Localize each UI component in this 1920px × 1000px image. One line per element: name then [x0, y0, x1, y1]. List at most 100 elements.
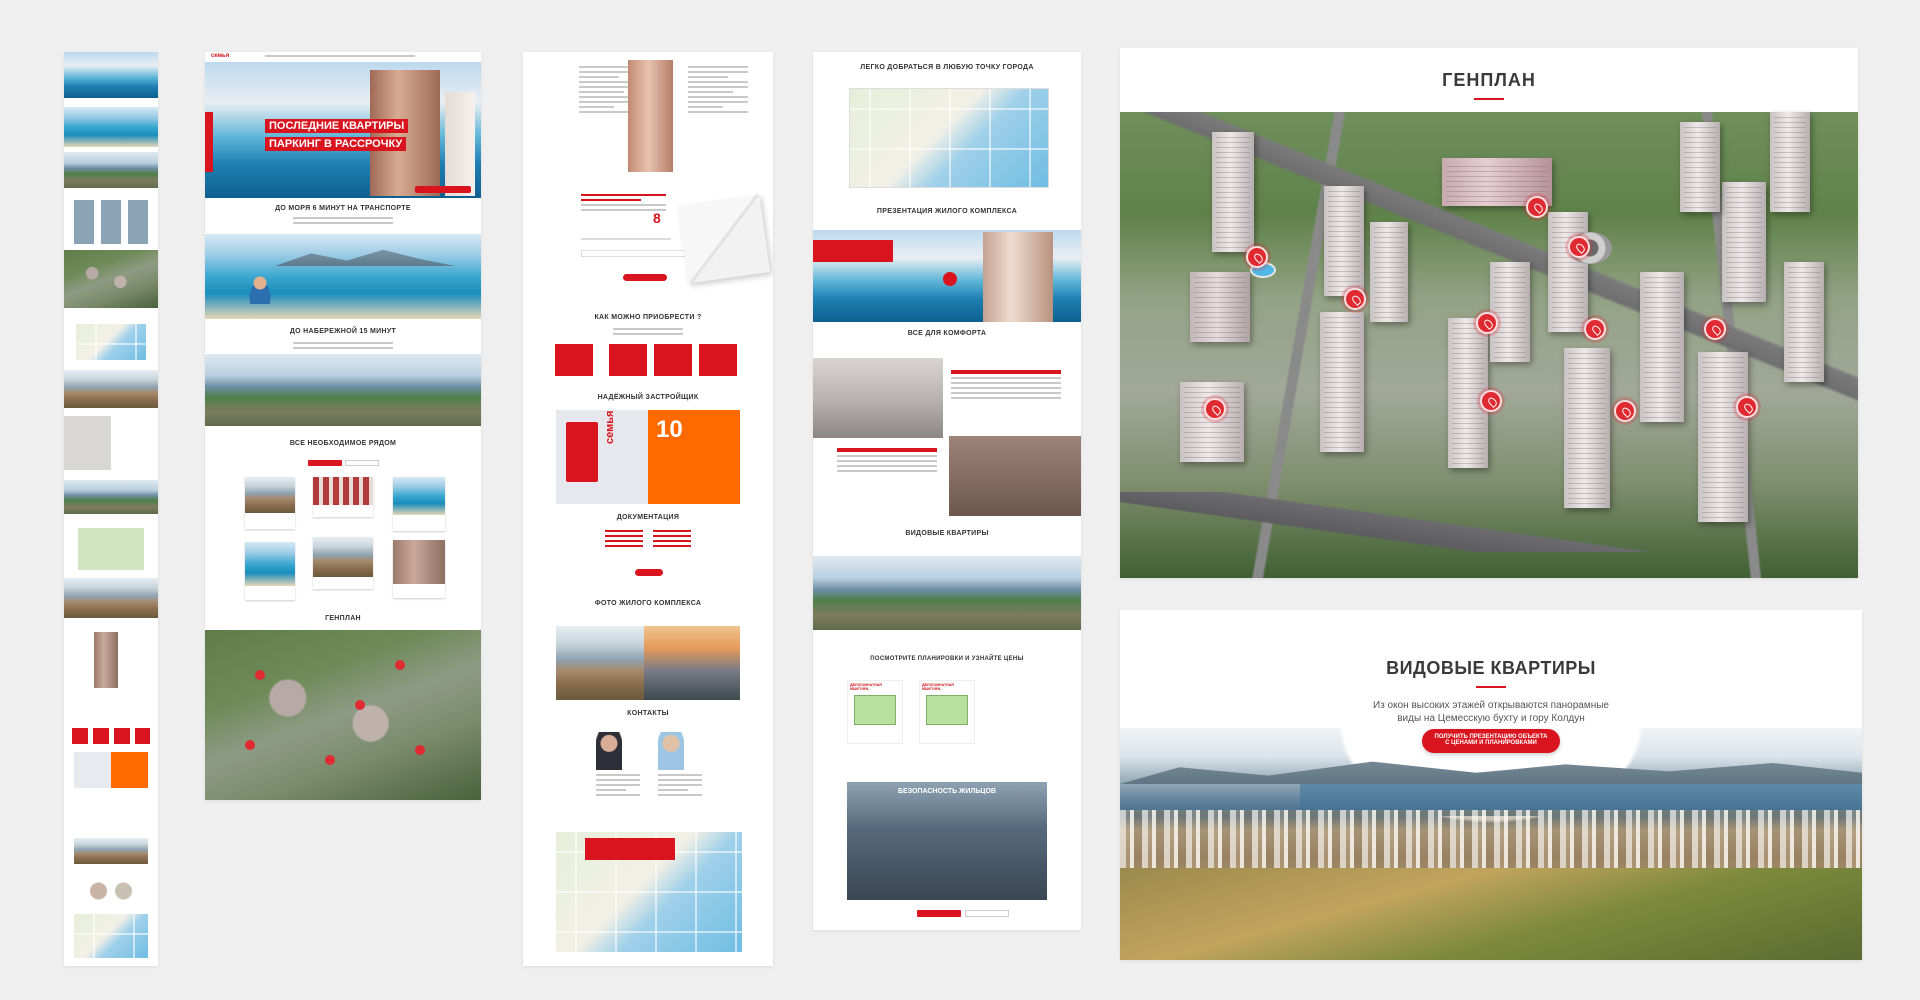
page2-buy-option-4[interactable] — [699, 344, 737, 376]
page1-nav — [265, 55, 415, 60]
page2-contact-1-text — [596, 774, 640, 799]
page1-hero-title: ПОСЛЕДНИЕ КВАРТИРЫ ПАРКИНГ В РАССРОЧКУ — [265, 116, 415, 152]
thumb-comfort — [64, 416, 158, 470]
view-text-line1: Из окон высоких этажей открываются панор… — [1373, 700, 1609, 711]
page2-form-submit[interactable] — [623, 274, 667, 281]
page2-footer-address — [585, 838, 675, 860]
thumb-coast — [64, 152, 158, 188]
genplan-pin-9[interactable] — [1614, 400, 1636, 422]
page2-form-slider[interactable] — [581, 238, 671, 240]
genplan-pin-3[interactable] — [1568, 236, 1590, 258]
thumb-genplan — [64, 250, 158, 308]
page3-comfort-list-2 — [837, 448, 937, 475]
page1-nearby-card-6[interactable] — [393, 540, 445, 598]
view-title-underline — [1476, 686, 1506, 688]
page3-comfort-photo — [949, 436, 1081, 516]
page3-view-photo — [813, 556, 1081, 630]
page3-presentation-label — [813, 240, 893, 262]
page3-footer-button-1[interactable] — [917, 910, 961, 917]
page2-photo-1[interactable] — [556, 626, 644, 700]
page3-security-title: БЕЗОПАСНОСТЬ ЖИЛЬЦОВ — [898, 788, 996, 795]
genplan-pin-5[interactable] — [1476, 312, 1498, 334]
page2-building — [628, 60, 673, 172]
page1-nearby-tab-1[interactable] — [308, 460, 342, 466]
page1-logo[interactable]: семья — [211, 53, 229, 59]
page3-view-title: ВИДОВЫЕ КВАРТИРЫ — [905, 530, 989, 537]
page1-embankment-text — [293, 342, 393, 352]
view-city — [1120, 810, 1862, 870]
page3-play-icon[interactable] — [943, 272, 957, 286]
page2-developer-logo-box: семья — [556, 410, 648, 504]
page2-docs-title: ДОКУМЕНТАЦИЯ — [616, 514, 680, 521]
genplan-pin-4[interactable] — [1344, 288, 1366, 310]
thumb-view — [64, 480, 158, 514]
page3-plan-2-label: ДВУХКОМНАТНАЯ КВАРТИРА — [922, 683, 954, 691]
thumb-beach — [64, 107, 158, 147]
genplan-aerial-map — [1120, 112, 1858, 578]
page2-buy-option-3[interactable] — [654, 344, 692, 376]
page1-sea-text — [293, 217, 393, 227]
genplan-road — [1120, 492, 1858, 552]
page3-footer-button-2[interactable] — [965, 910, 1009, 917]
page1-nearby-card-1[interactable] — [245, 477, 295, 529]
page2-photo-2[interactable] — [644, 626, 740, 700]
page2-docs-list-1[interactable] — [605, 530, 643, 550]
page2-buy-option-2[interactable] — [609, 344, 647, 376]
page1-nearby-tab-2[interactable] — [345, 460, 379, 466]
page1-sea-title: ДО МОРЯ 6 МИНУТ НА ТРАНСПОРТЕ — [275, 205, 411, 212]
page2-developer-years: 10 — [656, 416, 683, 443]
page2-docs-list-2[interactable] — [653, 530, 691, 550]
view-photo — [1120, 728, 1862, 960]
page1-nearby-card-2[interactable] — [313, 477, 373, 517]
page2-developer-title: НАДЁЖНЫЙ ЗАСТРОЙЩИК — [597, 394, 699, 401]
page1-sea-mountains — [275, 249, 455, 266]
page1-nearby-card-4[interactable] — [245, 542, 295, 600]
page3-comfort-list-1 — [951, 370, 1061, 402]
page2-developer-stats: 10 — [648, 410, 740, 504]
page2-buy-text — [613, 328, 683, 338]
page2-form-inputs[interactable] — [581, 250, 691, 257]
page1-nearby-card-5[interactable] — [313, 537, 373, 589]
page3-plans-title: ПОСМОТРИТЕ ПЛАНИРОВКИ И УЗНАЙТЕ ЦЕНЫ — [870, 656, 1024, 662]
thumbnail-panel — [64, 52, 158, 966]
page1-nearby-card-3[interactable] — [393, 477, 445, 531]
page1-genplan-photo — [205, 630, 481, 800]
genplan-pin-11[interactable] — [1204, 398, 1226, 420]
page2-buy-option-1[interactable] — [555, 344, 593, 376]
page3-plan-1[interactable]: ДВУХКОМНАТНАЯ КВАРТИРА — [847, 680, 903, 744]
thumb-form — [94, 632, 118, 688]
view-fields — [1120, 868, 1862, 960]
page2-docs-button[interactable] — [635, 569, 663, 576]
thumb-buy — [72, 728, 150, 744]
genplan-title: ГЕНПЛАН — [1442, 70, 1536, 90]
page2-contact-2-text — [658, 774, 702, 799]
thumb-contacts — [86, 880, 136, 902]
view-apartments-panel: ВИДОВЫЕ КВАРТИРЫ Из окон высоких этажей … — [1120, 610, 1862, 960]
view-cta-line2: С ЦЕНАМИ И ПЛАНИРОВКАМИ — [1445, 740, 1537, 746]
genplan-pin-8[interactable] — [1480, 390, 1502, 412]
genplan-title-underline — [1474, 98, 1504, 100]
page-2-panel: 8 КАК МОЖНО ПРИОБРЕСТИ ? НАДЁЖНЫЙ ЗАСТРО… — [523, 52, 773, 966]
page3-route-map[interactable] — [849, 88, 1049, 188]
page1-embankment-photo — [205, 354, 481, 426]
view-mountains — [1120, 761, 1862, 784]
genplan-pin-7[interactable] — [1704, 318, 1726, 340]
page3-plan-2[interactable]: ДВУХКОМНАТНАЯ КВАРТИРА — [919, 680, 975, 744]
page1-genplan-title: ГЕНПЛАН — [325, 615, 361, 622]
page-1-panel: семья ПОСЛЕДНИЕ КВАРТИРЫ ПАРКИНГ В РАССР… — [205, 52, 481, 800]
view-text-line2: виды на Цемесскую бухту и гору Колдун — [1397, 713, 1585, 724]
page3-presentation-title: ПРЕЗЕНТАЦИЯ ЖИЛОГО КОМПЛЕКСА — [876, 208, 1018, 215]
page2-developer-logo: семья — [604, 410, 616, 444]
genplan-pin-1[interactable] — [1526, 196, 1548, 218]
genplan-pin-2[interactable] — [1246, 246, 1268, 268]
page2-contact-2-photo — [658, 732, 684, 770]
genplan-pin-10[interactable] — [1736, 396, 1758, 418]
genplan-pin-6[interactable] — [1584, 318, 1606, 340]
view-cta-button[interactable]: ПОЛУЧИТЬ ПРЕЗЕНТАЦИЮ ОБЪЕКТА С ЦЕНАМИ И … — [1422, 729, 1560, 753]
page1-hero-button[interactable] — [415, 186, 471, 193]
thumb-photos — [74, 838, 148, 864]
page2-contacts-title: КОНТАКТЫ — [627, 710, 669, 717]
page1-header: семья — [205, 52, 481, 62]
page2-contact-1-photo — [596, 732, 622, 770]
thumb-presentation — [64, 370, 158, 408]
